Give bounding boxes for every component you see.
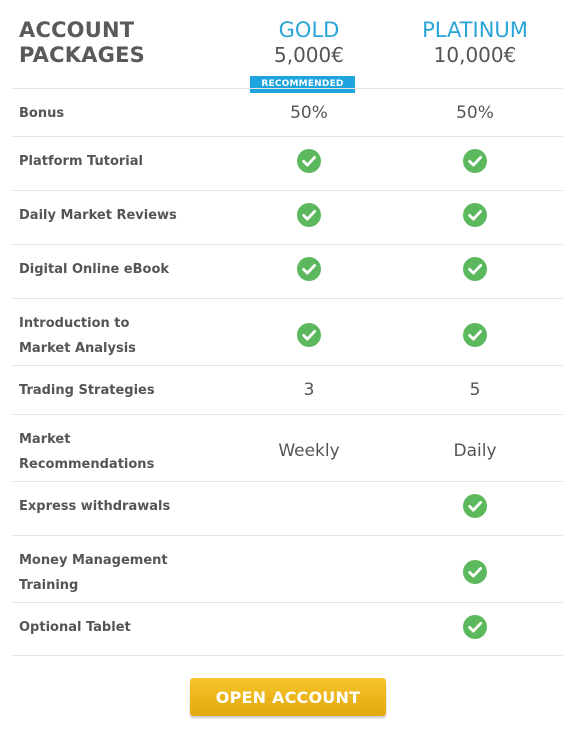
cell-platinum — [415, 560, 535, 584]
cell-value-gold: 50% — [290, 103, 328, 123]
table-row: Trading Strategies 3 5 — [12, 365, 563, 414]
cell-value-platinum: 50% — [456, 103, 494, 123]
check-circle-icon — [463, 494, 487, 518]
feature-label: Introduction to Market Analysis — [19, 311, 199, 361]
check-circle-icon — [297, 149, 321, 173]
check-circle-icon — [297, 257, 321, 281]
cell-gold: 50% — [249, 101, 369, 125]
cell-value-platinum: Daily — [453, 441, 497, 461]
cell-platinum — [415, 203, 535, 227]
table-row: Express withdrawals — [12, 481, 563, 535]
plan-header-gold: GOLD 5,000€ — [224, 18, 394, 68]
check-circle-icon — [297, 203, 321, 227]
feature-label: Digital Online eBook — [19, 257, 199, 282]
cell-value-platinum: 5 — [469, 380, 481, 400]
cell-platinum — [415, 257, 535, 281]
cell-gold — [249, 149, 369, 173]
check-circle-icon — [463, 615, 487, 639]
feature-label: Money Management Training — [19, 548, 199, 598]
feature-label-line: Recommendations — [19, 457, 155, 472]
cell-gold — [249, 560, 369, 584]
feature-label: Express withdrawals — [19, 494, 199, 519]
plan-header-platinum: PLATINUM 10,000€ — [390, 18, 560, 68]
page-title: ACCOUNT PACKAGES — [19, 18, 145, 68]
feature-label: Daily Market Reviews — [19, 203, 199, 228]
cell-gold: Weekly — [249, 439, 369, 463]
cell-gold: 3 — [249, 378, 369, 402]
feature-label-line: Digital Online eBook — [19, 262, 170, 277]
feature-label-line: Daily Market Reviews — [19, 208, 177, 223]
cell-platinum: 5 — [415, 378, 535, 402]
cell-gold — [249, 203, 369, 227]
table-row: Optional Tablet — [12, 602, 563, 656]
feature-label-line: Optional Tablet — [19, 620, 131, 635]
title-line-2: PACKAGES — [19, 43, 145, 67]
cell-platinum: 50% — [415, 101, 535, 125]
plan-price-gold: 5,000€ — [274, 43, 344, 67]
open-account-button[interactable]: OPEN ACCOUNT — [190, 678, 386, 716]
table-row: Digital Online eBook — [12, 244, 563, 298]
check-circle-icon — [463, 203, 487, 227]
feature-label: Platform Tutorial — [19, 149, 199, 174]
table-row: Money Management Training — [12, 535, 563, 602]
feature-label-line: Money Management — [19, 553, 168, 568]
cell-gold — [249, 615, 369, 639]
cell-gold — [249, 323, 369, 347]
plan-name-platinum: PLATINUM — [422, 18, 528, 42]
cell-platinum — [415, 494, 535, 518]
feature-label: Bonus — [19, 101, 199, 126]
cell-gold — [249, 494, 369, 518]
cta-area: OPEN ACCOUNT — [190, 678, 386, 716]
table-row: Daily Market Reviews — [12, 190, 563, 244]
feature-label: Optional Tablet — [19, 615, 199, 640]
feature-label-line: Trading Strategies — [19, 383, 155, 398]
check-circle-icon — [297, 323, 321, 347]
table-row: Introduction to Market Analysis — [12, 298, 563, 365]
feature-label-line: Introduction to — [19, 316, 130, 331]
check-circle-icon — [463, 323, 487, 347]
check-circle-icon — [463, 257, 487, 281]
cell-platinum — [415, 615, 535, 639]
table-row: Market Recommendations Weekly Daily — [12, 414, 563, 481]
feature-label-line: Market Analysis — [19, 341, 136, 356]
check-circle-icon — [463, 149, 487, 173]
cell-gold — [249, 257, 369, 281]
title-line-1: ACCOUNT — [19, 18, 135, 42]
table-row: Bonus 50% 50% — [12, 88, 563, 136]
feature-label-line: Platform Tutorial — [19, 154, 143, 169]
cell-value-gold: 3 — [303, 380, 315, 400]
feature-label-line: Express withdrawals — [19, 499, 171, 514]
plan-price-platinum: 10,000€ — [433, 43, 517, 67]
check-circle-icon — [463, 560, 487, 584]
feature-label-line: Training — [19, 578, 79, 593]
feature-table: Bonus 50% 50% Platform Tutorial Daily Market… — [12, 88, 563, 656]
cell-value-gold: Weekly — [278, 441, 340, 461]
feature-label: Market Recommendations — [19, 427, 199, 477]
packages-header: ACCOUNT PACKAGES GOLD 5,000€ PLATINUM 10… — [0, 0, 577, 88]
plan-name-gold: GOLD — [278, 18, 340, 42]
cell-platinum — [415, 149, 535, 173]
feature-label-line: Bonus — [19, 106, 65, 121]
table-row: Platform Tutorial — [12, 136, 563, 190]
feature-label: Trading Strategies — [19, 378, 199, 403]
feature-label-line: Market — [19, 432, 71, 447]
cell-platinum: Daily — [415, 439, 535, 463]
cell-platinum — [415, 323, 535, 347]
